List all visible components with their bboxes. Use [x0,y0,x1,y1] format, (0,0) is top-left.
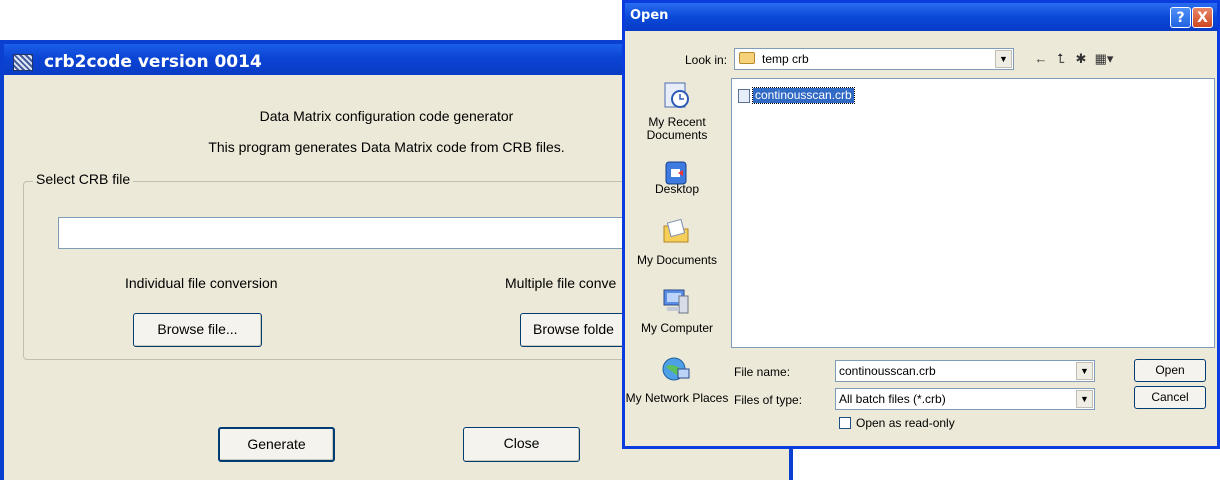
file-list[interactable]: continousscan.crb [731,78,1215,348]
my-computer-icon [661,286,691,316]
browse-file-button[interactable]: Browse file... [133,313,262,347]
place-recent-documents[interactable]: My Recent Documents [625,80,729,142]
recent-documents-icon [661,80,691,110]
file-name-label: File name: [734,365,791,379]
dialog-title-bar[interactable]: Open ? X [625,3,1217,31]
browse-folder-button[interactable]: Browse folde [520,313,630,347]
place-my-computer[interactable]: My Computer [625,286,729,335]
place-network-places[interactable]: My Network Places [625,355,729,405]
close-icon[interactable]: X [1192,7,1213,28]
group-label: Select CRB file [33,171,134,187]
file-icon [738,89,750,103]
file-name-value: continousscan.crb [839,364,936,378]
places-bar: My Recent Documents Desktop My Documents… [625,78,729,468]
place-my-documents[interactable]: My Documents [625,216,729,267]
help-icon[interactable]: ? [1170,7,1191,28]
desktop-icon [661,159,691,189]
crb-path-input[interactable] [58,217,643,249]
cancel-button[interactable]: Cancel [1134,386,1206,409]
file-name-combo[interactable]: continousscan.crb ▼ [835,360,1095,382]
up-folder-icon[interactable]: ⮤ [1053,51,1069,67]
close-button[interactable]: Close [463,427,580,462]
file-name: continousscan.crb [752,87,855,104]
read-only-label: Open as read-only [856,416,955,430]
open-dialog: Open ? X Look in: temp crb ▼ ← ⮤ ✱ ▦▾ My… [622,0,1220,449]
files-of-type-label: Files of type: [734,393,803,407]
look-in-label: Look in: [685,53,728,67]
look-in-select[interactable]: temp crb ▼ [734,48,1014,70]
chevron-down-icon[interactable]: ▼ [1076,390,1093,408]
place-desktop[interactable]: Desktop [625,161,729,196]
read-only-checkbox[interactable] [839,417,851,429]
look-in-value: temp crb [762,52,809,66]
folder-icon [739,52,755,64]
dialog-title: Open [630,8,669,23]
multiple-conversion-label: Multiple file conve [505,275,617,291]
individual-conversion-label: Individual file conversion [125,275,278,291]
open-button[interactable]: Open [1134,359,1206,382]
chevron-down-icon[interactable]: ▼ [1076,362,1093,380]
main-window-title: crb2code version 0014 [44,52,262,72]
new-folder-icon[interactable]: ✱ [1073,51,1089,67]
back-arrow-icon[interactable]: ← [1033,51,1049,67]
views-menu-icon[interactable]: ▦▾ [1093,51,1115,67]
app-icon [13,54,33,71]
chevron-down-icon[interactable]: ▼ [995,50,1012,68]
files-of-type-value: All batch files (*.crb) [839,392,946,406]
dialog-client-area: Look in: temp crb ▼ ← ⮤ ✱ ▦▾ My Recent D… [625,31,1217,446]
network-places-icon [661,355,691,385]
my-documents-icon [661,216,691,246]
files-of-type-select[interactable]: All batch files (*.crb) ▼ [835,388,1095,410]
generate-button[interactable]: Generate [218,427,335,462]
